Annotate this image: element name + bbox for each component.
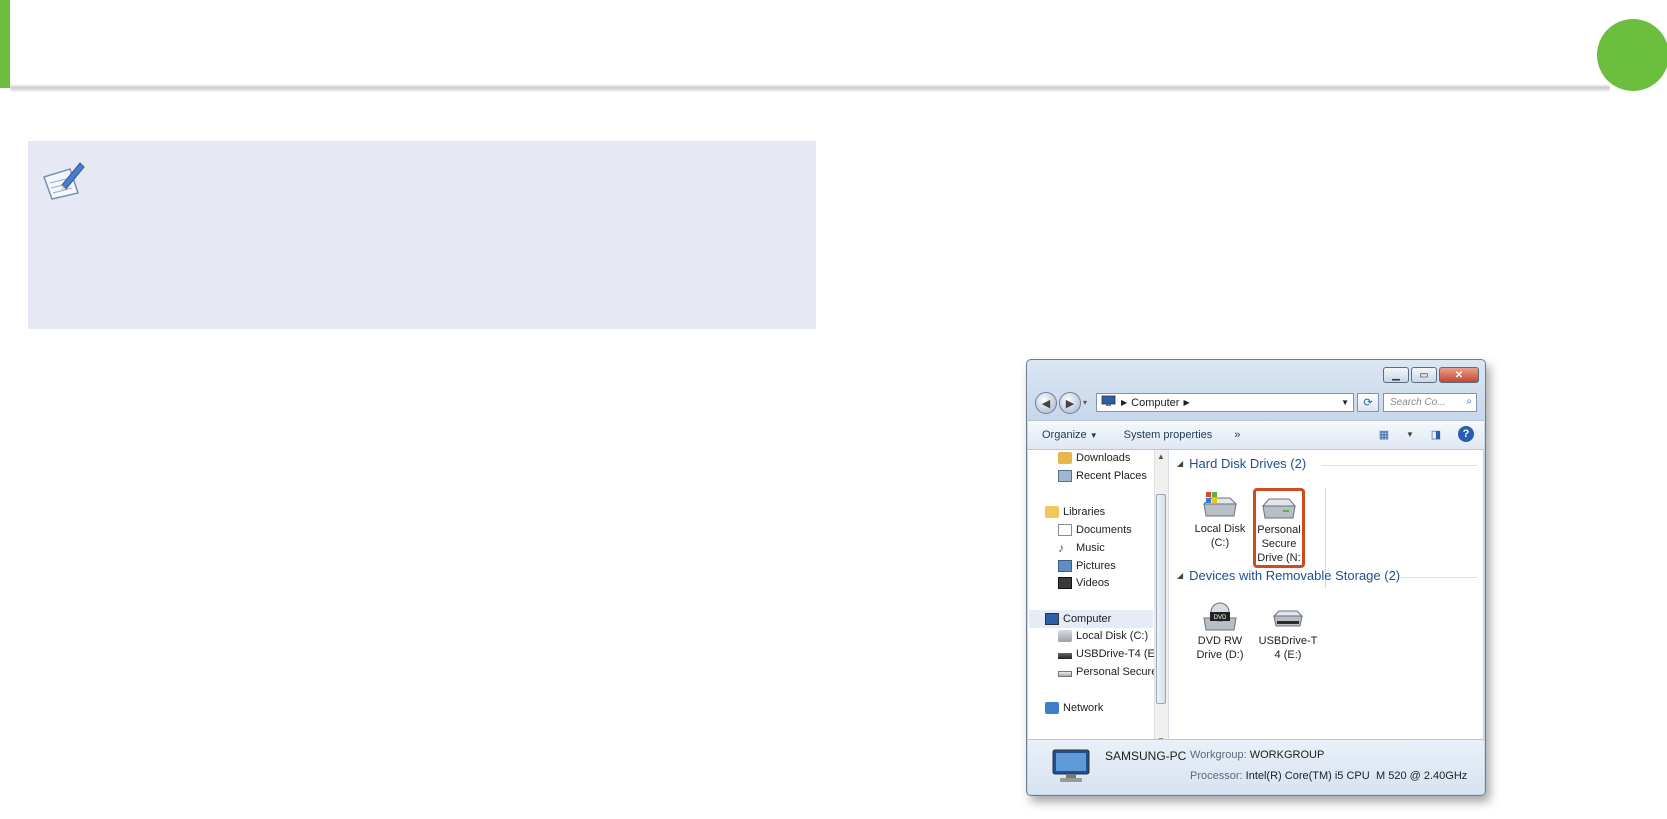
network-icon (1045, 702, 1059, 714)
refresh-button[interactable]: ⟳ (1357, 393, 1379, 412)
music-icon: ♪ (1058, 541, 1064, 555)
content-pane: ◢ Hard Disk Drives (2) Local Disk (C:) P… (1169, 450, 1483, 747)
nav-item-local-disk[interactable]: Local Disk (C:) (1058, 630, 1148, 642)
view-tools: ▦ ▼ ◨ ? (1376, 426, 1474, 442)
computer-icon (1045, 613, 1059, 625)
group-header-hard-disk[interactable]: ◢ Hard Disk Drives (2) (1177, 456, 1306, 471)
breadcrumb-chevron-icon[interactable]: ▶ (1183, 398, 1189, 407)
organize-menu[interactable]: Organize ▼ (1042, 429, 1098, 441)
drive-label: (C:) (1210, 537, 1230, 549)
secure-drive-icon (1058, 670, 1072, 677)
pictures-icon (1058, 560, 1072, 572)
drive-tile-usb[interactable]: USBDrive-T 4 (E:) (1253, 602, 1323, 662)
windows-drive-icon (1202, 492, 1238, 517)
breadcrumb-chevron-icon[interactable]: ▶ (1121, 398, 1127, 407)
nav-scrollbar[interactable]: ▲ ▼ (1154, 450, 1168, 747)
secure-drive-icon (1261, 498, 1297, 519)
drive-label: Personal (1257, 524, 1301, 536)
libraries-icon (1045, 506, 1059, 518)
drive-label: Local Disk (1194, 523, 1246, 535)
processor-info: Processor: Intel(R) Core(TM) i5 CPU (1190, 770, 1370, 782)
forward-button[interactable]: ▶ (1059, 392, 1081, 414)
search-placeholder: Search Co... (1390, 397, 1446, 408)
collapse-triangle-icon[interactable]: ◢ (1177, 459, 1183, 468)
command-bar: Organize ▼ System properties » ▦ ▼ ◨ ? (1028, 420, 1484, 450)
chapter-badge (1597, 19, 1667, 91)
nav-item-computer[interactable]: Computer (1029, 610, 1153, 628)
drive-label: Secure (1261, 538, 1297, 550)
minimize-button[interactable]: ▁ (1383, 367, 1409, 383)
workgroup-info: Workgroup: WORKGROUP (1190, 749, 1325, 761)
group-header-removable[interactable]: ◢ Devices with Removable Storage (2) (1177, 568, 1400, 583)
nav-item-documents[interactable]: Documents (1058, 524, 1132, 536)
note-pencil-icon (43, 162, 85, 200)
drive-tile-dvd[interactable]: DVD DVD RW Drive (D:) (1185, 602, 1255, 662)
address-bar[interactable]: ▶ Computer ▶ ▼ (1096, 393, 1354, 412)
drive-label: DVD RW (1197, 635, 1243, 647)
group-divider (1399, 577, 1477, 578)
collapse-triangle-icon[interactable]: ◢ (1177, 571, 1183, 580)
close-button[interactable]: ✕ (1439, 367, 1479, 383)
drive-label: Drive (N: (1257, 552, 1301, 564)
pc-name: SAMSUNG-PC (1105, 749, 1187, 763)
navigation-pane: Downloads Recent Places Libraries Docume… (1028, 450, 1169, 747)
nav-item-pictures[interactable]: Pictures (1058, 560, 1116, 572)
header-divider (10, 84, 1610, 92)
header-accent-bar (0, 0, 10, 88)
search-input[interactable]: Search Co... ⌕ (1383, 393, 1477, 412)
note-box (28, 141, 816, 329)
organize-dropdown-icon: ▼ (1089, 431, 1098, 440)
maximize-button[interactable]: ▭ (1411, 367, 1437, 383)
recent-places-icon (1058, 470, 1072, 482)
dvd-badge: DVD (1214, 615, 1227, 621)
search-icon[interactable]: ⌕ (1466, 396, 1472, 407)
explorer-window: ▁ ▭ ✕ ◀ ▶ ▾ ▶ Computer ▶ ▼ ⟳ Search Co..… (1026, 359, 1486, 796)
usb-drive-icon (1058, 652, 1072, 659)
computer-large-icon (1052, 749, 1090, 782)
more-commands-button[interactable]: » (1234, 429, 1240, 441)
nav-item-recent-places[interactable]: Recent Places (1058, 470, 1147, 482)
details-pane: SAMSUNG-PC Workgroup: WORKGROUP Processo… (1028, 739, 1484, 794)
usb-drive-icon (1272, 610, 1304, 627)
drive-label: 4 (E:) (1274, 649, 1302, 661)
hard-disk-icon (1058, 630, 1072, 642)
address-dropdown-icon[interactable]: ▼ (1341, 398, 1349, 407)
nav-item-network[interactable]: Network (1045, 702, 1103, 714)
group-divider (1321, 465, 1477, 466)
nav-item-music[interactable]: ♪ Music (1058, 542, 1105, 554)
processor-frequency: M 520 @ 2.40GHz (1376, 770, 1468, 782)
change-view-icon[interactable]: ▦ (1376, 426, 1392, 442)
breadcrumb-computer[interactable]: Computer (1131, 397, 1179, 409)
nav-item-libraries[interactable]: Libraries (1045, 506, 1105, 518)
preview-pane-icon[interactable]: ◨ (1428, 426, 1444, 442)
caption-buttons: ▁ ▭ ✕ (1383, 367, 1479, 383)
nav-item-personal-secure-drive[interactable]: Personal Secure D (1058, 666, 1168, 678)
back-button[interactable]: ◀ (1035, 392, 1057, 414)
videos-icon (1058, 577, 1072, 589)
drive-label: Drive (D:) (1196, 649, 1244, 661)
drive-tile-local-disk[interactable]: Local Disk (C:) (1185, 490, 1255, 550)
drive-label: USBDrive-T (1258, 635, 1318, 647)
scroll-up-icon[interactable]: ▲ (1157, 452, 1165, 461)
documents-icon (1058, 524, 1072, 536)
dvd-drive-icon: DVD (1203, 602, 1237, 631)
nav-item-usbdrive[interactable]: USBDrive-T4 (E:) (1058, 648, 1162, 660)
view-dropdown-icon[interactable]: ▼ (1406, 426, 1414, 442)
recent-pages-chevron-icon[interactable]: ▾ (1083, 398, 1087, 407)
nav-item-videos[interactable]: Videos (1058, 577, 1109, 589)
help-icon[interactable]: ? (1458, 426, 1474, 442)
navigation-row: ◀ ▶ ▾ ▶ Computer ▶ ▼ ⟳ Search Co... ⌕ (1035, 391, 1477, 415)
system-properties-button[interactable]: System properties (1124, 429, 1213, 441)
drive-tile-personal-secure[interactable]: Personal Secure Drive (N: (1253, 488, 1305, 568)
computer-icon (1101, 395, 1117, 410)
nav-item-downloads[interactable]: Downloads (1058, 452, 1130, 464)
downloads-folder-icon (1058, 452, 1072, 464)
scroll-thumb[interactable] (1156, 494, 1166, 704)
